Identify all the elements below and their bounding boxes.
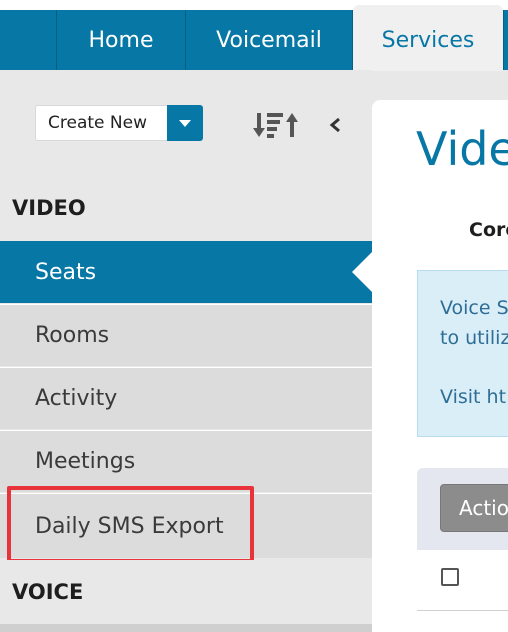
sidebar-toolbar: Create New xyxy=(0,70,372,176)
sidebar-item-activity[interactable]: Activity xyxy=(0,367,372,429)
sidebar-item-label: Meetings xyxy=(35,449,136,474)
tab-services[interactable]: Services xyxy=(353,5,503,71)
tab-voicemail-label: Voicemail xyxy=(216,27,322,53)
create-new-button[interactable]: Create New xyxy=(35,105,203,141)
create-new-label: Create New xyxy=(48,113,147,133)
section-title-video: VIDEO xyxy=(0,176,372,240)
sidebar-item-rooms[interactable]: Rooms xyxy=(0,304,372,366)
chevron-left-icon[interactable] xyxy=(326,114,344,136)
sort-icon-svg xyxy=(253,113,298,138)
top-nav-stub xyxy=(0,10,57,70)
actions-button[interactable]: Actio xyxy=(440,484,508,532)
sidebar-item-label: Activity xyxy=(35,386,118,411)
sidebar-item-seats[interactable]: Seats xyxy=(0,241,372,303)
tab-services-label: Services xyxy=(381,27,475,53)
top-nav: Home Voicemail Services xyxy=(0,0,508,71)
chevron-left-icon-svg xyxy=(329,117,340,133)
voice-section-divider xyxy=(0,624,372,632)
section-title-voice: VOICE xyxy=(0,560,372,624)
sort-icon[interactable] xyxy=(252,110,304,140)
info-banner: Voice S to utiliz Visit ht xyxy=(417,270,508,437)
app-root: Home Voicemail Services Create New VIDEO… xyxy=(0,0,508,632)
sidebar-item-daily-sms-export[interactable]: Daily SMS Export xyxy=(0,493,372,558)
table-header: Actio xyxy=(417,468,508,550)
tab-core[interactable]: Core xyxy=(469,219,508,241)
info-link[interactable]: Visit ht xyxy=(440,386,506,408)
sidebar-item-label: Rooms xyxy=(35,323,110,348)
info-text: Voice S xyxy=(440,297,508,319)
row-checkbox[interactable] xyxy=(441,568,459,586)
table-row-divider xyxy=(417,610,508,611)
active-indicator-arrow xyxy=(352,250,374,294)
main-panel: Vide Core Voice S to utiliz Visit ht Act… xyxy=(372,100,508,632)
sidebar-item-meetings[interactable]: Meetings xyxy=(0,430,372,492)
tab-home-label: Home xyxy=(88,27,154,53)
caret-down-icon[interactable] xyxy=(167,105,203,141)
tab-voicemail[interactable]: Voicemail xyxy=(186,10,353,70)
caret-down-icon-svg xyxy=(179,119,191,127)
sidebar-item-label: Daily SMS Export xyxy=(35,513,224,539)
page-title: Vide xyxy=(416,122,508,176)
info-text: to utiliz xyxy=(440,327,508,349)
sidebar-item-label: Seats xyxy=(35,259,97,285)
top-nav-edge xyxy=(503,10,508,70)
tab-home[interactable]: Home xyxy=(57,10,186,70)
